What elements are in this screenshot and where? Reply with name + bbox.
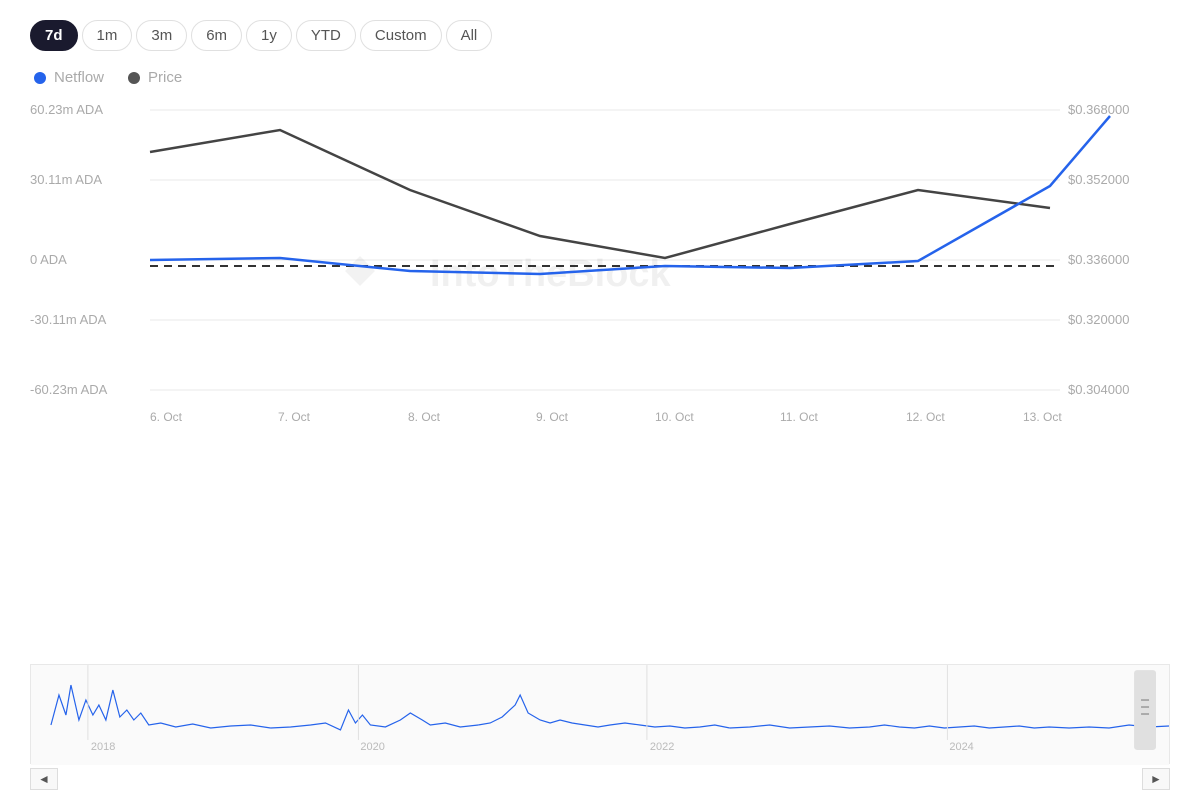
y-label-1: 30.11m ADA <box>30 172 102 187</box>
chart-legend: Netflow Price <box>30 69 1170 86</box>
page-container: 7d1m3m6m1yYTDCustomAll Netflow Price 60.… <box>0 0 1200 800</box>
legend-netflow: Netflow <box>34 69 104 86</box>
mini-year-2020: 2020 <box>360 741 384 753</box>
time-btn-1y[interactable]: 1y <box>246 20 292 51</box>
legend-price: Price <box>128 69 182 86</box>
y-label-3: -30.11m ADA <box>30 312 107 327</box>
mini-year-2022: 2022 <box>650 741 674 753</box>
netflow-label: Netflow <box>54 69 104 86</box>
x-label-7: 13. Oct <box>1023 410 1062 424</box>
time-btn-ytd[interactable]: YTD <box>296 20 356 51</box>
nav-arrows: ◄ ► <box>30 768 1170 790</box>
yr-label-2: $0.336000 <box>1068 252 1129 267</box>
x-label-4: 10. Oct <box>655 410 694 424</box>
yr-label-4: $0.304000 <box>1068 382 1129 397</box>
x-label-6: 12. Oct <box>906 410 945 424</box>
time-btn-3m[interactable]: 3m <box>136 20 187 51</box>
mini-bg <box>31 665 1169 765</box>
time-btn-6m[interactable]: 6m <box>191 20 242 51</box>
yr-label-0: $0.368000 <box>1068 102 1129 117</box>
time-btn-7d[interactable]: 7d <box>30 20 78 51</box>
mini-year-2018: 2018 <box>91 741 115 753</box>
nav-right-arrow[interactable]: ► <box>1142 768 1170 790</box>
y-label-2: 0 ADA <box>30 252 67 267</box>
time-range-selector: 7d1m3m6m1yYTDCustomAll <box>30 20 1170 51</box>
y-label-4: -60.23m ADA <box>30 382 108 397</box>
scroll-handle[interactable] <box>1134 670 1156 750</box>
x-label-1: 7. Oct <box>278 410 311 424</box>
time-btn-all[interactable]: All <box>446 20 493 51</box>
netflow-line <box>150 116 1110 274</box>
nav-left-arrow[interactable]: ◄ <box>30 768 58 790</box>
yr-label-1: $0.352000 <box>1068 172 1129 187</box>
x-label-2: 8. Oct <box>408 410 441 424</box>
x-label-5: 11. Oct <box>780 410 818 424</box>
y-label-0: 60.23m ADA <box>30 102 103 117</box>
mini-year-2024: 2024 <box>949 741 973 753</box>
x-label-0: 6. Oct <box>150 410 183 424</box>
mini-chart-svg: 2018 2020 2022 2024 <box>31 665 1169 765</box>
chart-wrapper: 60.23m ADA 30.11m ADA 0 ADA -30.11m ADA … <box>30 96 1170 790</box>
netflow-dot <box>34 72 46 84</box>
mini-chart[interactable]: 2018 2020 2022 2024 <box>30 664 1170 764</box>
price-line <box>150 130 1050 258</box>
time-btn-custom[interactable]: Custom <box>360 20 442 51</box>
main-chart-svg: 60.23m ADA 30.11m ADA 0 ADA -30.11m ADA … <box>30 96 1170 436</box>
x-label-3: 9. Oct <box>536 410 569 424</box>
price-dot <box>128 72 140 84</box>
time-btn-1m[interactable]: 1m <box>82 20 133 51</box>
main-chart: 60.23m ADA 30.11m ADA 0 ADA -30.11m ADA … <box>30 96 1170 658</box>
price-label: Price <box>148 69 182 86</box>
yr-label-3: $0.320000 <box>1068 312 1129 327</box>
